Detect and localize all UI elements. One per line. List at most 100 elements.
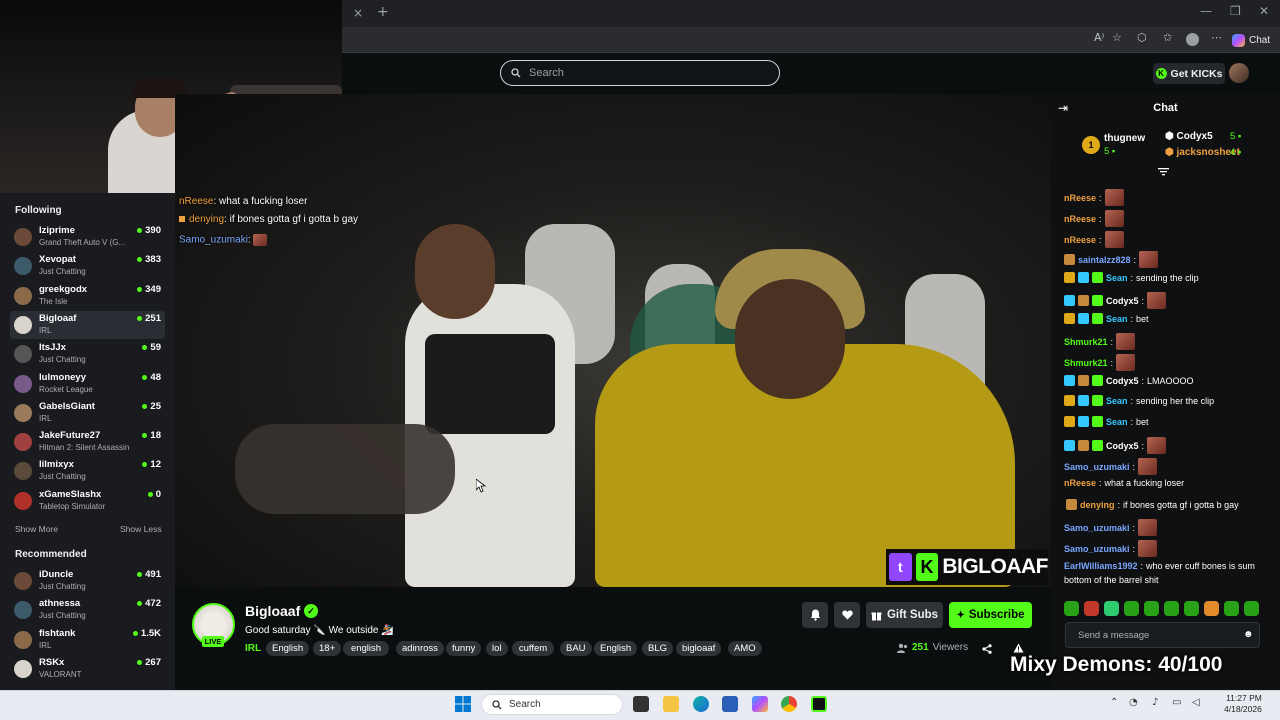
taskbar-search[interactable]: Search xyxy=(481,694,623,715)
sidebar-channel-item[interactable]: JakeFuture27 Hitman 2: Silent Assassin 18 xyxy=(10,428,165,456)
tray-overflow-icon[interactable]: ⌃ xyxy=(1110,697,1118,708)
store-icon[interactable] xyxy=(722,696,738,712)
video-player[interactable] xyxy=(175,94,1051,587)
copilot-taskbar-icon[interactable] xyxy=(752,696,768,712)
quick-emote[interactable] xyxy=(1124,600,1139,616)
chat-username[interactable]: nReese xyxy=(1064,214,1096,224)
chat-message-input[interactable]: Send a message xyxy=(1065,622,1260,648)
chat-username[interactable]: Sean xyxy=(1106,273,1128,283)
report-icon[interactable] xyxy=(1013,643,1024,653)
emoji-picker-icon[interactable]: ☻ xyxy=(1243,629,1254,640)
chat-username[interactable]: Samo_uzumaki xyxy=(1064,523,1130,533)
sidebar-channel-item[interactable]: athnessa Just Chatting 472 xyxy=(10,596,165,624)
quick-emote[interactable] xyxy=(1244,600,1259,616)
chat-username[interactable]: Samo_uzumaki xyxy=(1064,462,1130,472)
stream-tag[interactable]: English xyxy=(266,641,310,656)
follow-button[interactable] xyxy=(834,602,860,628)
stream-tag[interactable]: 18+ xyxy=(313,641,342,656)
stream-tag[interactable]: BLG xyxy=(642,641,674,656)
stream-tag[interactable]: funny xyxy=(446,641,482,656)
chat-username[interactable]: nReese xyxy=(1064,235,1096,245)
share-icon[interactable] xyxy=(982,644,992,654)
gift-subs-button[interactable]: Gift Subs xyxy=(866,602,943,628)
sidebar-channel-item[interactable]: greekgodx The Isle 349 xyxy=(10,282,165,310)
show-more-link[interactable]: Show More xyxy=(15,524,58,534)
stream-tag[interactable]: english xyxy=(343,641,389,656)
stream-tag[interactable]: cuffem xyxy=(512,641,554,656)
kick-app-icon[interactable] xyxy=(811,696,827,712)
wifi-icon[interactable]: ◔ xyxy=(1129,697,1138,708)
chat-username[interactable]: saintalzz828 xyxy=(1078,255,1131,265)
chat-username[interactable]: Shmurk21 xyxy=(1064,358,1108,368)
stream-tag[interactable]: BAU xyxy=(560,641,592,656)
read-aloud-icon[interactable]: A⁾ xyxy=(1094,31,1104,44)
chat-username[interactable]: nReese xyxy=(1064,193,1096,203)
display-icon[interactable]: ▭ xyxy=(1172,697,1181,708)
chat-username[interactable]: Codyx5 xyxy=(1106,376,1139,386)
leaderboard-name[interactable]: thugnew xyxy=(1104,133,1145,144)
filter-icon[interactable] xyxy=(1158,167,1169,177)
chrome-icon[interactable] xyxy=(781,696,797,712)
sidebar-channel-item[interactable]: RSKx VALORANT 267 xyxy=(10,655,165,683)
sidebar-channel-item[interactable]: GabelsGiant IRL 25 xyxy=(10,399,165,427)
windows-start-icon[interactable] xyxy=(455,696,471,712)
stream-tag[interactable]: English xyxy=(594,641,638,656)
favorite-icon[interactable]: ☆ xyxy=(1112,31,1122,44)
category-link[interactable]: IRL xyxy=(245,643,261,654)
quick-emote[interactable] xyxy=(1104,600,1119,616)
quick-emote[interactable] xyxy=(1064,600,1079,616)
chat-username[interactable]: nReese xyxy=(1064,478,1096,488)
chat-username[interactable]: Samo_uzumaki xyxy=(1064,544,1130,554)
subscribe-button[interactable]: ✦ Subscribe xyxy=(949,602,1032,628)
stream-tag[interactable]: adinross xyxy=(396,641,444,656)
leaderboard-name[interactable]: ⬢ jacksnosheet xyxy=(1165,147,1240,158)
profile-icon[interactable] xyxy=(1186,33,1199,46)
chat-username[interactable]: EarlWilliams1992 xyxy=(1064,561,1137,571)
chat-username[interactable]: Sean xyxy=(1106,417,1128,427)
sidebar-channel-item[interactable]: lilmixyx Just Chatting 12 xyxy=(10,457,165,485)
restore-button[interactable]: ❐ xyxy=(1230,4,1241,18)
new-tab-button[interactable]: + xyxy=(377,4,389,20)
sidebar-channel-item[interactable]: iDuncle Just Chatting 491 xyxy=(10,567,165,595)
minimize-button[interactable]: — xyxy=(1200,4,1212,18)
notification-bell-button[interactable] xyxy=(802,602,828,628)
task-view-icon[interactable] xyxy=(633,696,649,712)
tab-close-icon[interactable]: × xyxy=(353,6,363,20)
copilot-chat-button[interactable]: Chat xyxy=(1232,30,1276,50)
speaker-icon[interactable]: ◁ xyxy=(1192,697,1200,708)
sidebar-channel-item[interactable]: Xevopat Just Chatting 383 xyxy=(10,252,165,280)
show-less-link[interactable]: Show Less xyxy=(120,524,162,534)
sidebar-channel-item[interactable]: xGameSlashx Tabletop Simulator 0 xyxy=(10,487,165,515)
chat-username[interactable]: Sean xyxy=(1106,314,1128,324)
chat-username[interactable]: Shmurk21 xyxy=(1064,337,1108,347)
taskbar-clock[interactable]: 11:27 PM 4/18/2026 xyxy=(1224,693,1262,715)
sidebar-channel-item[interactable]: ItsJJx Just Chatting 59 xyxy=(10,340,165,368)
chat-username[interactable]: Codyx5 xyxy=(1106,296,1139,306)
close-window-button[interactable]: ✕ xyxy=(1259,4,1269,18)
sidebar-channel-item[interactable]: Bigloaaf IRL 251 xyxy=(10,310,165,339)
more-icon[interactable]: ⋯ xyxy=(1211,31,1222,44)
edge-icon[interactable] xyxy=(693,696,709,712)
chat-username[interactable]: denying xyxy=(1080,500,1115,510)
get-kicks-button[interactable]: K Get KICKs xyxy=(1153,63,1225,84)
sidebar-channel-item[interactable]: Iziprime Grand Theft Auto V (G... 390 xyxy=(10,223,165,251)
file-explorer-icon[interactable] xyxy=(663,696,679,712)
sidebar-channel-item[interactable]: lulmoneyy Rocket League 48 xyxy=(10,370,165,398)
microphone-icon[interactable]: ♪ xyxy=(1152,697,1158,708)
search-input[interactable]: Search xyxy=(500,60,780,86)
quick-emote[interactable] xyxy=(1184,600,1199,616)
favorites-icon[interactable]: ✩ xyxy=(1163,31,1172,44)
quick-emote[interactable] xyxy=(1084,600,1099,616)
stream-tag[interactable]: bigloaaf xyxy=(676,641,722,656)
chat-username[interactable]: Codyx5 xyxy=(1106,441,1139,451)
streamer-name[interactable]: Bigloaaf xyxy=(245,603,300,619)
quick-emote[interactable] xyxy=(1224,600,1239,616)
quick-emote[interactable] xyxy=(1164,600,1179,616)
quick-emote[interactable] xyxy=(1144,600,1159,616)
stream-tag[interactable]: AMO xyxy=(728,641,762,656)
sidebar-channel-item[interactable]: fishtank IRL 1.5K xyxy=(10,626,165,654)
user-avatar[interactable] xyxy=(1229,63,1249,83)
leaderboard-name[interactable]: ⬢ Codyx5 xyxy=(1165,131,1213,142)
chat-username[interactable]: Sean xyxy=(1106,396,1128,406)
quick-emote[interactable] xyxy=(1204,600,1219,616)
